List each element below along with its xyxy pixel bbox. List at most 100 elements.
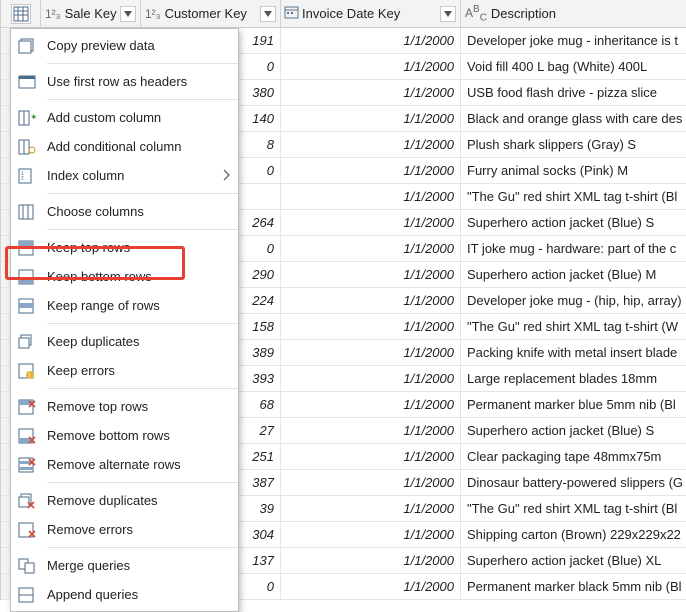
cell-description[interactable]: Developer joke mug - (hip, hip, array) xyxy=(461,288,686,314)
cell-description[interactable]: Permanent marker blue 5mm nib (Bl xyxy=(461,392,686,418)
menu-remove-bottom-rows[interactable]: Remove bottom rows xyxy=(11,421,238,450)
datatype-number-icon: 1²₃ xyxy=(45,7,61,21)
cell-description[interactable]: Void fill 400 L bag (White) 400L xyxy=(461,54,686,80)
column-header-description[interactable]: ABC Description xyxy=(461,0,686,28)
remove-top-icon xyxy=(17,398,37,416)
table-menu-button[interactable] xyxy=(11,4,31,24)
cell-invoice-date[interactable]: 1/1/2000 xyxy=(281,522,461,548)
cell-description[interactable]: Plush shark slippers (Gray) S xyxy=(461,132,686,158)
cell-invoice-date[interactable]: 1/1/2000 xyxy=(281,28,461,54)
cell-invoice-date[interactable]: 1/1/2000 xyxy=(281,184,461,210)
remove-duplicates-icon xyxy=(17,492,37,510)
cell-invoice-date[interactable]: 1/1/2000 xyxy=(281,54,461,80)
cell-description[interactable]: Superhero action jacket (Blue) S xyxy=(461,418,686,444)
remove-bottom-icon xyxy=(17,427,37,445)
cell-invoice-date[interactable]: 1/1/2000 xyxy=(281,444,461,470)
menu-label: Use first row as headers xyxy=(47,74,230,89)
chevron-right-icon xyxy=(224,168,230,183)
keep-bottom-icon xyxy=(17,268,37,286)
menu-label: Append queries xyxy=(47,587,230,602)
cell-invoice-date[interactable]: 1/1/2000 xyxy=(281,132,461,158)
cell-description[interactable]: "The Gu" red shirt XML tag t-shirt (Bl xyxy=(461,496,686,522)
cell-description[interactable]: Superhero action jacket (Blue) M xyxy=(461,262,686,288)
menu-keep-range-rows[interactable]: Keep range of rows xyxy=(11,291,238,320)
cell-invoice-date[interactable]: 1/1/2000 xyxy=(281,496,461,522)
svg-text:✶: ✶ xyxy=(30,112,38,122)
menu-remove-top-rows[interactable]: Remove top rows xyxy=(11,392,238,421)
cell-description[interactable]: Black and orange glass with care des xyxy=(461,106,686,132)
menu-remove-duplicates[interactable]: Remove duplicates xyxy=(11,486,238,515)
menu-remove-alternate-rows[interactable]: Remove alternate rows xyxy=(11,450,238,479)
cell-invoice-date[interactable]: 1/1/2000 xyxy=(281,548,461,574)
svg-text:2: 2 xyxy=(21,176,24,182)
cell-description[interactable]: Superhero action jacket (Blue) XL xyxy=(461,548,686,574)
table-corner[interactable] xyxy=(1,0,41,28)
datatype-text-icon: ABC xyxy=(465,4,487,23)
menu-separator xyxy=(47,547,238,548)
menu-label: Copy preview data xyxy=(47,38,230,53)
menu-use-first-row[interactable]: Use first row as headers xyxy=(11,67,238,96)
svg-text:!: ! xyxy=(28,373,30,380)
cell-invoice-date[interactable]: 1/1/2000 xyxy=(281,106,461,132)
column-header-invoice-date[interactable]: Invoice Date Key xyxy=(281,0,461,28)
cell-invoice-date[interactable]: 1/1/2000 xyxy=(281,392,461,418)
cell-description[interactable]: "The Gu" red shirt XML tag t-shirt (W xyxy=(461,314,686,340)
menu-add-custom-column[interactable]: ✶ Add custom column xyxy=(11,103,238,132)
cell-description[interactable]: Developer joke mug - inheritance is t xyxy=(461,28,686,54)
menu-label: Remove top rows xyxy=(47,399,230,414)
menu-keep-top-rows[interactable]: Keep top rows xyxy=(11,233,238,262)
menu-keep-errors[interactable]: ! Keep errors xyxy=(11,356,238,385)
menu-add-conditional-column[interactable]: Add conditional column xyxy=(11,132,238,161)
cell-description[interactable]: Superhero action jacket (Blue) S xyxy=(461,210,686,236)
cell-invoice-date[interactable]: 1/1/2000 xyxy=(281,236,461,262)
menu-index-column[interactable]: 12 Index column xyxy=(11,161,238,190)
cell-description[interactable]: IT joke mug - hardware: part of the c xyxy=(461,236,686,262)
menu-separator xyxy=(47,323,238,324)
cell-invoice-date[interactable]: 1/1/2000 xyxy=(281,470,461,496)
menu-separator xyxy=(47,229,238,230)
filter-dropdown-icon[interactable] xyxy=(120,6,136,22)
menu-label: Choose columns xyxy=(47,204,230,219)
menu-separator xyxy=(47,63,238,64)
menu-label: Index column xyxy=(47,168,214,183)
menu-remove-errors[interactable]: Remove errors xyxy=(11,515,238,544)
cell-description[interactable]: Packing knife with metal insert blade xyxy=(461,340,686,366)
filter-dropdown-icon[interactable] xyxy=(260,6,276,22)
menu-copy-preview[interactable]: Copy preview data xyxy=(11,31,238,60)
cell-description[interactable]: Clear packaging tape 48mmx75m xyxy=(461,444,686,470)
cell-invoice-date[interactable]: 1/1/2000 xyxy=(281,314,461,340)
menu-label: Keep errors xyxy=(47,363,230,378)
cell-description[interactable]: Shipping carton (Brown) 229x229x22 xyxy=(461,522,686,548)
menu-label: Keep top rows xyxy=(47,240,230,255)
column-header-customer-key[interactable]: 1²₃ Customer Key xyxy=(141,0,281,28)
column-label: Invoice Date Key xyxy=(302,6,400,21)
cell-invoice-date[interactable]: 1/1/2000 xyxy=(281,366,461,392)
column-header-sale-key[interactable]: 1²₃ Sale Key xyxy=(41,0,141,28)
cell-invoice-date[interactable]: 1/1/2000 xyxy=(281,574,461,600)
copy-icon xyxy=(17,37,37,55)
cell-description[interactable]: Permanent marker black 5mm nib (Bl xyxy=(461,574,686,600)
column-label: Customer Key xyxy=(165,6,247,21)
cell-description[interactable]: Furry animal socks (Pink) M xyxy=(461,158,686,184)
cell-invoice-date[interactable]: 1/1/2000 xyxy=(281,158,461,184)
menu-merge-queries[interactable]: Merge queries xyxy=(11,551,238,580)
cell-invoice-date[interactable]: 1/1/2000 xyxy=(281,288,461,314)
cell-invoice-date[interactable]: 1/1/2000 xyxy=(281,340,461,366)
remove-errors-icon xyxy=(17,521,37,539)
cell-description[interactable]: Dinosaur battery-powered slippers (G xyxy=(461,470,686,496)
cell-description[interactable]: USB food flash drive - pizza slice xyxy=(461,80,686,106)
datatype-number-icon: 1²₃ xyxy=(145,7,161,21)
menu-append-queries[interactable]: Append queries xyxy=(11,580,238,609)
menu-keep-duplicates[interactable]: Keep duplicates xyxy=(11,327,238,356)
filter-dropdown-icon[interactable] xyxy=(440,6,456,22)
menu-choose-columns[interactable]: Choose columns xyxy=(11,197,238,226)
menu-separator xyxy=(47,99,238,100)
cell-invoice-date[interactable]: 1/1/2000 xyxy=(281,418,461,444)
keep-duplicates-icon xyxy=(17,333,37,351)
menu-keep-bottom-rows[interactable]: Keep bottom rows xyxy=(11,262,238,291)
cell-invoice-date[interactable]: 1/1/2000 xyxy=(281,262,461,288)
cell-description[interactable]: "The Gu" red shirt XML tag t-shirt (Bl xyxy=(461,184,686,210)
cell-description[interactable]: Large replacement blades 18mm xyxy=(461,366,686,392)
cell-invoice-date[interactable]: 1/1/2000 xyxy=(281,210,461,236)
cell-invoice-date[interactable]: 1/1/2000 xyxy=(281,80,461,106)
